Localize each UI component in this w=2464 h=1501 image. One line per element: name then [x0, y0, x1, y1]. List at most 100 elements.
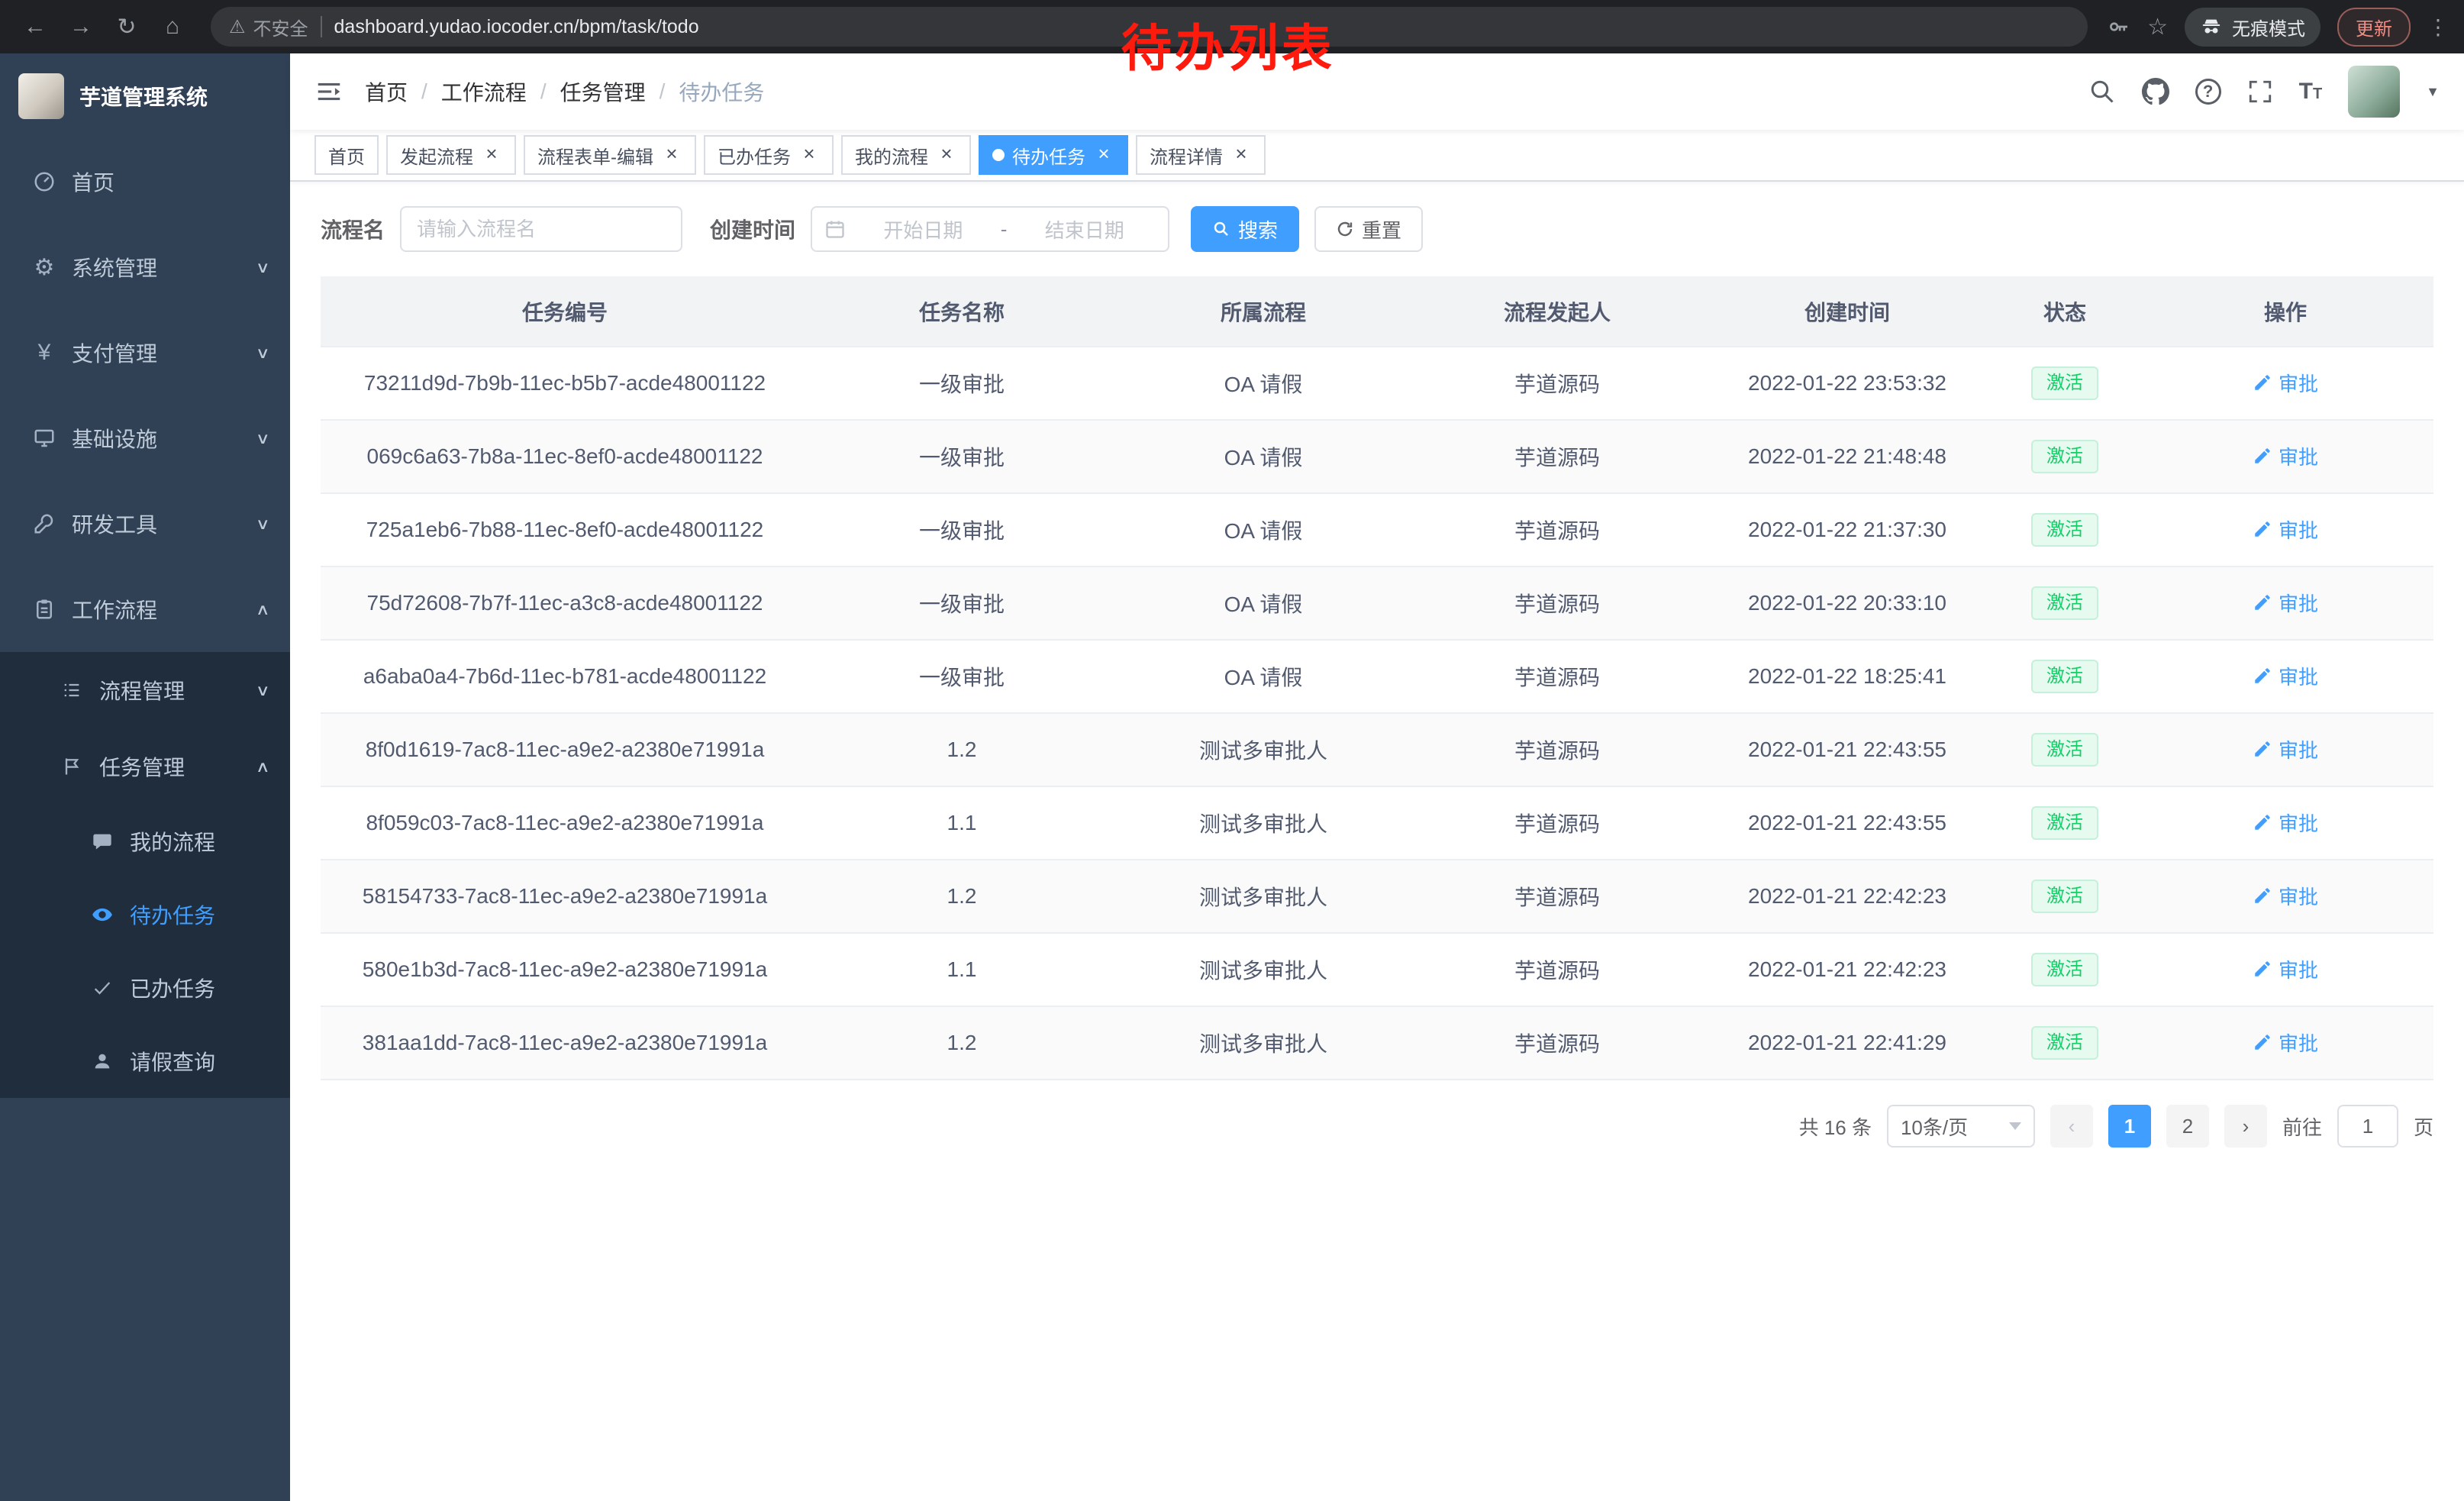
reset-button[interactable]: 重置 [1314, 206, 1423, 252]
cell-process: 测试多审批人 [1114, 933, 1412, 1006]
close-icon[interactable]: × [936, 144, 957, 166]
breadcrumb-home[interactable]: 首页 [365, 76, 408, 107]
page-content: 流程名 创建时间 开始日期 - 结束日期 搜索 重置 [290, 182, 2464, 1501]
cell-task-id: 069c6a63-7b8a-11ec-8ef0-acde48001122 [321, 420, 809, 493]
avatar[interactable] [2348, 66, 2400, 118]
search-button[interactable]: 搜索 [1191, 206, 1299, 252]
close-icon[interactable]: × [798, 144, 820, 166]
password-key-icon[interactable] [2106, 15, 2130, 39]
table-row: 73211d9d-7b9b-11ec-b5b7-acde48001122 一级审… [321, 347, 2433, 420]
chevron-down-icon [2009, 1122, 2021, 1130]
cell-created: 2022-01-22 21:37:30 [1702, 493, 1992, 567]
url-text: dashboard.yudao.iocoder.cn/bpm/task/todo [334, 16, 699, 38]
close-icon[interactable]: × [1093, 144, 1114, 166]
page-size-select[interactable]: 10条/页 [1887, 1105, 2035, 1148]
cell-process: 测试多审批人 [1114, 1006, 1412, 1080]
cell-initiator: 芋道源码 [1412, 1006, 1702, 1080]
approve-link[interactable]: 审批 [2253, 589, 2318, 617]
close-icon[interactable]: × [481, 144, 502, 166]
cell-task-id: 8f059c03-7ac8-11ec-a9e2-a2380e71991a [321, 786, 809, 860]
cell-task-name: 1.2 [809, 713, 1114, 786]
sidebar-item-home[interactable]: 首页 [0, 139, 290, 224]
font-size-icon[interactable]: TT [2299, 79, 2323, 105]
sidebar-item-leave-query[interactable]: 请假查询 [0, 1025, 290, 1098]
end-date-placeholder[interactable]: 结束日期 [1013, 215, 1156, 244]
tasks-table: 任务编号 任务名称 所属流程 流程发起人 创建时间 状态 操作 73211d9d… [321, 276, 2433, 1080]
fullscreen-icon[interactable] [2247, 79, 2273, 105]
close-icon[interactable]: × [661, 144, 682, 166]
browser-update-button[interactable]: 更新 [2337, 8, 2411, 47]
sidebar-item-devtools[interactable]: 研发工具 ∨ [0, 481, 290, 567]
approve-link[interactable]: 审批 [2253, 735, 2318, 763]
sidebar-item-done-tasks[interactable]: 已办任务 [0, 951, 290, 1025]
approve-link[interactable]: 审批 [2253, 955, 2318, 983]
tab-my-processes[interactable]: 我的流程 × [841, 135, 971, 175]
tab-process-form-edit[interactable]: 流程表单-编辑× [524, 135, 696, 175]
sidebar-item-process-management[interactable]: 流程管理 ∨ [0, 652, 290, 728]
back-button[interactable]: ← [15, 7, 55, 47]
sidebar-item-workflow[interactable]: 工作流程 ∧ [0, 567, 290, 652]
sidebar-item-infrastructure[interactable]: 基础设施 ∨ [0, 395, 290, 481]
page-button-1[interactable]: 1 [2108, 1105, 2151, 1148]
tab-home[interactable]: 首页 [314, 135, 379, 175]
tab-label: 待办任务 [1012, 142, 1085, 169]
sidebar-item-todo-tasks[interactable]: 待办任务 [0, 878, 290, 951]
cell-task-id: 8f0d1619-7ac8-11ec-a9e2-a2380e71991a [321, 713, 809, 786]
approve-link[interactable]: 审批 [2253, 809, 2318, 837]
reload-button[interactable]: ↻ [107, 7, 147, 47]
cell-created: 2022-01-22 23:53:32 [1702, 347, 1992, 420]
column-header-status: 状态 [1992, 276, 2137, 347]
sidebar-item-task-management[interactable]: 任务管理 ∧ [0, 728, 290, 805]
caret-down-icon[interactable]: ▼ [2426, 84, 2440, 100]
approve-link[interactable]: 审批 [2253, 882, 2318, 910]
sidebar-item-my-processes[interactable]: 我的流程 [0, 805, 290, 878]
tab-done-tasks[interactable]: 已办任务× [704, 135, 834, 175]
prev-page-button[interactable]: ‹ [2050, 1105, 2093, 1148]
app-logo[interactable]: 芋道管理系统 [0, 53, 290, 139]
workflow-submenu: 流程管理 ∨ 任务管理 ∧ 我的流程 待办任务 [0, 652, 290, 1098]
cell-created: 2022-01-21 22:43:55 [1702, 713, 1992, 786]
approve-link[interactable]: 审批 [2253, 1028, 2318, 1057]
edit-icon [2253, 666, 2272, 686]
cell-initiator: 芋道源码 [1412, 567, 1702, 640]
search-icon[interactable] [2088, 78, 2116, 105]
create-time-label: 创建时间 [710, 214, 795, 244]
column-header-action: 操作 [2137, 276, 2433, 347]
tab-label: 我的流程 [855, 142, 928, 169]
help-icon[interactable]: ? [2195, 79, 2221, 105]
forward-button[interactable]: → [61, 7, 101, 47]
page-button-2[interactable]: 2 [2166, 1105, 2209, 1148]
home-button[interactable]: ⌂ [153, 7, 192, 47]
next-page-button[interactable]: › [2224, 1105, 2267, 1148]
sidebar-collapse-icon[interactable] [314, 77, 343, 106]
tab-todo-tasks[interactable]: 待办任务 × [979, 135, 1128, 175]
tab-start-process[interactable]: 发起流程× [386, 135, 516, 175]
sidebar-item-payment[interactable]: ¥ 支付管理 ∨ [0, 310, 290, 395]
github-icon[interactable] [2142, 78, 2169, 105]
cell-process: OA 请假 [1114, 493, 1412, 567]
cell-task-name: 1.2 [809, 860, 1114, 933]
cell-initiator: 芋道源码 [1412, 860, 1702, 933]
process-name-input[interactable] [400, 206, 682, 252]
app-root: 芋道管理系统 首页 ⚙ 系统管理 ∨ ¥ 支付管理 ∨ 基础设施 ∨ [0, 53, 2464, 1501]
cell-process: OA 请假 [1114, 567, 1412, 640]
goto-page-input[interactable] [2337, 1105, 2398, 1148]
breadcrumb-workflow[interactable]: 工作流程 [441, 76, 527, 107]
approve-link[interactable]: 审批 [2253, 369, 2318, 397]
goto-suffix: 页 [2414, 1112, 2433, 1141]
browser-menu-icon[interactable]: ⋮ [2427, 15, 2449, 40]
bookmark-star-icon[interactable]: ☆ [2147, 14, 2168, 40]
red-annotation-text: 待办列表 [1121, 8, 1335, 81]
approve-link[interactable]: 审批 [2253, 515, 2318, 544]
approve-link[interactable]: 审批 [2253, 442, 2318, 470]
security-warning[interactable]: ⚠不安全 [229, 14, 308, 40]
table-header-row: 任务编号 任务名称 所属流程 流程发起人 创建时间 状态 操作 [321, 276, 2433, 347]
start-date-placeholder[interactable]: 开始日期 [852, 215, 995, 244]
breadcrumb-task-management[interactable]: 任务管理 [560, 76, 646, 107]
date-range-picker[interactable]: 开始日期 - 结束日期 [811, 206, 1169, 252]
tab-process-detail[interactable]: 流程详情× [1136, 135, 1266, 175]
approve-link[interactable]: 审批 [2253, 662, 2318, 690]
yen-icon: ¥ [31, 340, 58, 366]
close-icon[interactable]: × [1230, 144, 1252, 166]
sidebar-item-system[interactable]: ⚙ 系统管理 ∨ [0, 224, 290, 310]
